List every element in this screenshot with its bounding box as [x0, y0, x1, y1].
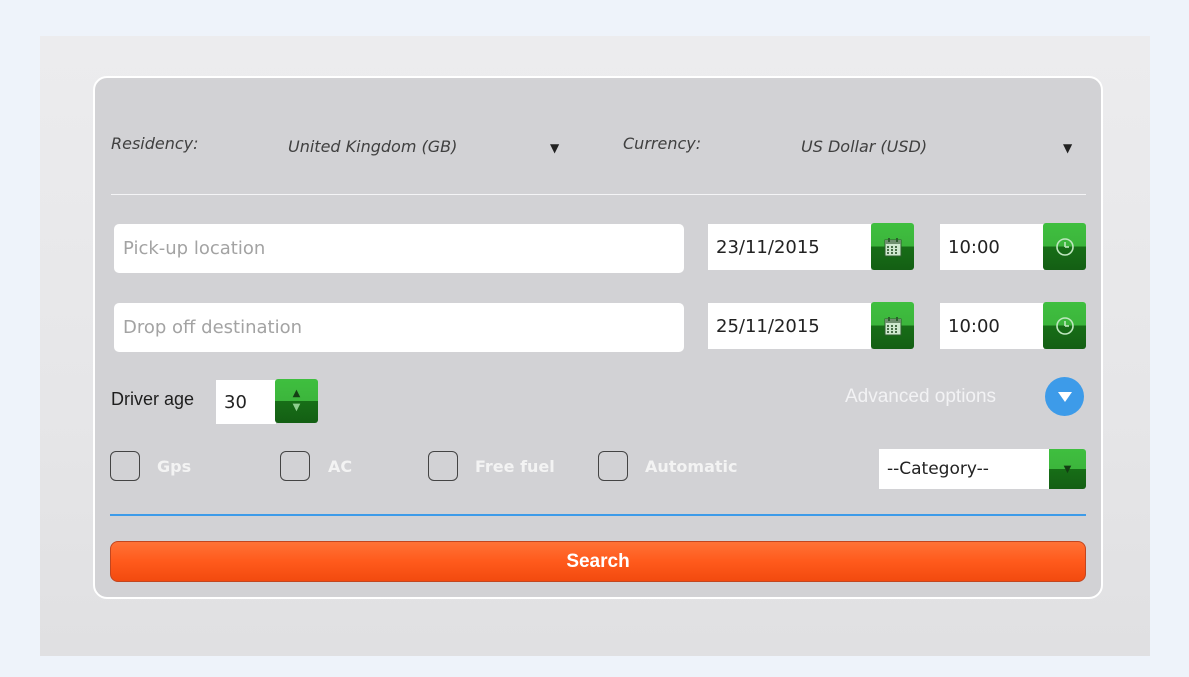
category-select[interactable]: --Category-- ▼	[879, 449, 1086, 489]
divider	[111, 194, 1086, 195]
dropoff-calendar-button[interactable]	[871, 302, 914, 349]
driver-age-stepper[interactable]: ▲ ▼	[275, 379, 318, 423]
category-dropdown-button[interactable]: ▼	[1049, 449, 1086, 489]
driver-age-input[interactable]: 30	[216, 380, 276, 424]
clock-icon	[1055, 237, 1074, 256]
pickup-time-field[interactable]: 10:00	[940, 224, 1044, 270]
dropoff-time-field[interactable]: 10:00	[940, 303, 1044, 349]
category-value: --Category--	[879, 449, 1049, 489]
automatic-label: Automatic	[645, 457, 738, 476]
free-fuel-label: Free fuel	[475, 457, 555, 476]
gps-checkbox[interactable]	[110, 451, 140, 481]
separator-line	[110, 514, 1086, 516]
dropoff-date-field[interactable]: 25/11/2015	[708, 303, 871, 349]
pickup-time-button[interactable]	[1043, 223, 1086, 270]
advanced-options-label[interactable]: Advanced options	[845, 386, 996, 408]
dropoff-destination-input[interactable]: Drop off destination	[114, 303, 684, 352]
pickup-location-input[interactable]: Pick-up location	[114, 224, 684, 273]
free-fuel-checkbox[interactable]	[428, 451, 458, 481]
ac-label: AC	[328, 457, 353, 476]
currency-label: Currency:	[623, 134, 702, 153]
gps-label: Gps	[157, 457, 192, 476]
driver-age-label: Driver age	[111, 389, 195, 409]
chevron-down-icon: ▼	[1063, 141, 1073, 155]
clock-icon	[1055, 316, 1074, 335]
calendar-icon	[884, 316, 901, 335]
residency-value: United Kingdom (GB)	[288, 137, 458, 156]
arrow-up-icon[interactable]: ▲	[293, 387, 301, 401]
pickup-calendar-button[interactable]	[871, 223, 914, 270]
chevron-down-icon	[1057, 391, 1072, 402]
advanced-options-toggle[interactable]	[1045, 377, 1084, 416]
chevron-down-icon: ▼	[1063, 463, 1072, 475]
residency-label: Residency:	[111, 134, 199, 153]
search-button[interactable]: Search	[110, 541, 1086, 582]
currency-value: US Dollar (USD)	[801, 137, 928, 156]
currency-select[interactable]: US Dollar (USD) ▼	[798, 132, 1083, 164]
chevron-down-icon: ▼	[550, 141, 560, 155]
pickup-date-field[interactable]: 23/11/2015	[708, 224, 871, 270]
residency-select[interactable]: United Kingdom (GB) ▼	[285, 132, 570, 164]
dropoff-time-button[interactable]	[1043, 302, 1086, 349]
calendar-icon	[884, 237, 901, 256]
arrow-down-icon[interactable]: ▼	[293, 401, 301, 415]
automatic-checkbox[interactable]	[598, 451, 628, 481]
ac-checkbox[interactable]	[280, 451, 310, 481]
